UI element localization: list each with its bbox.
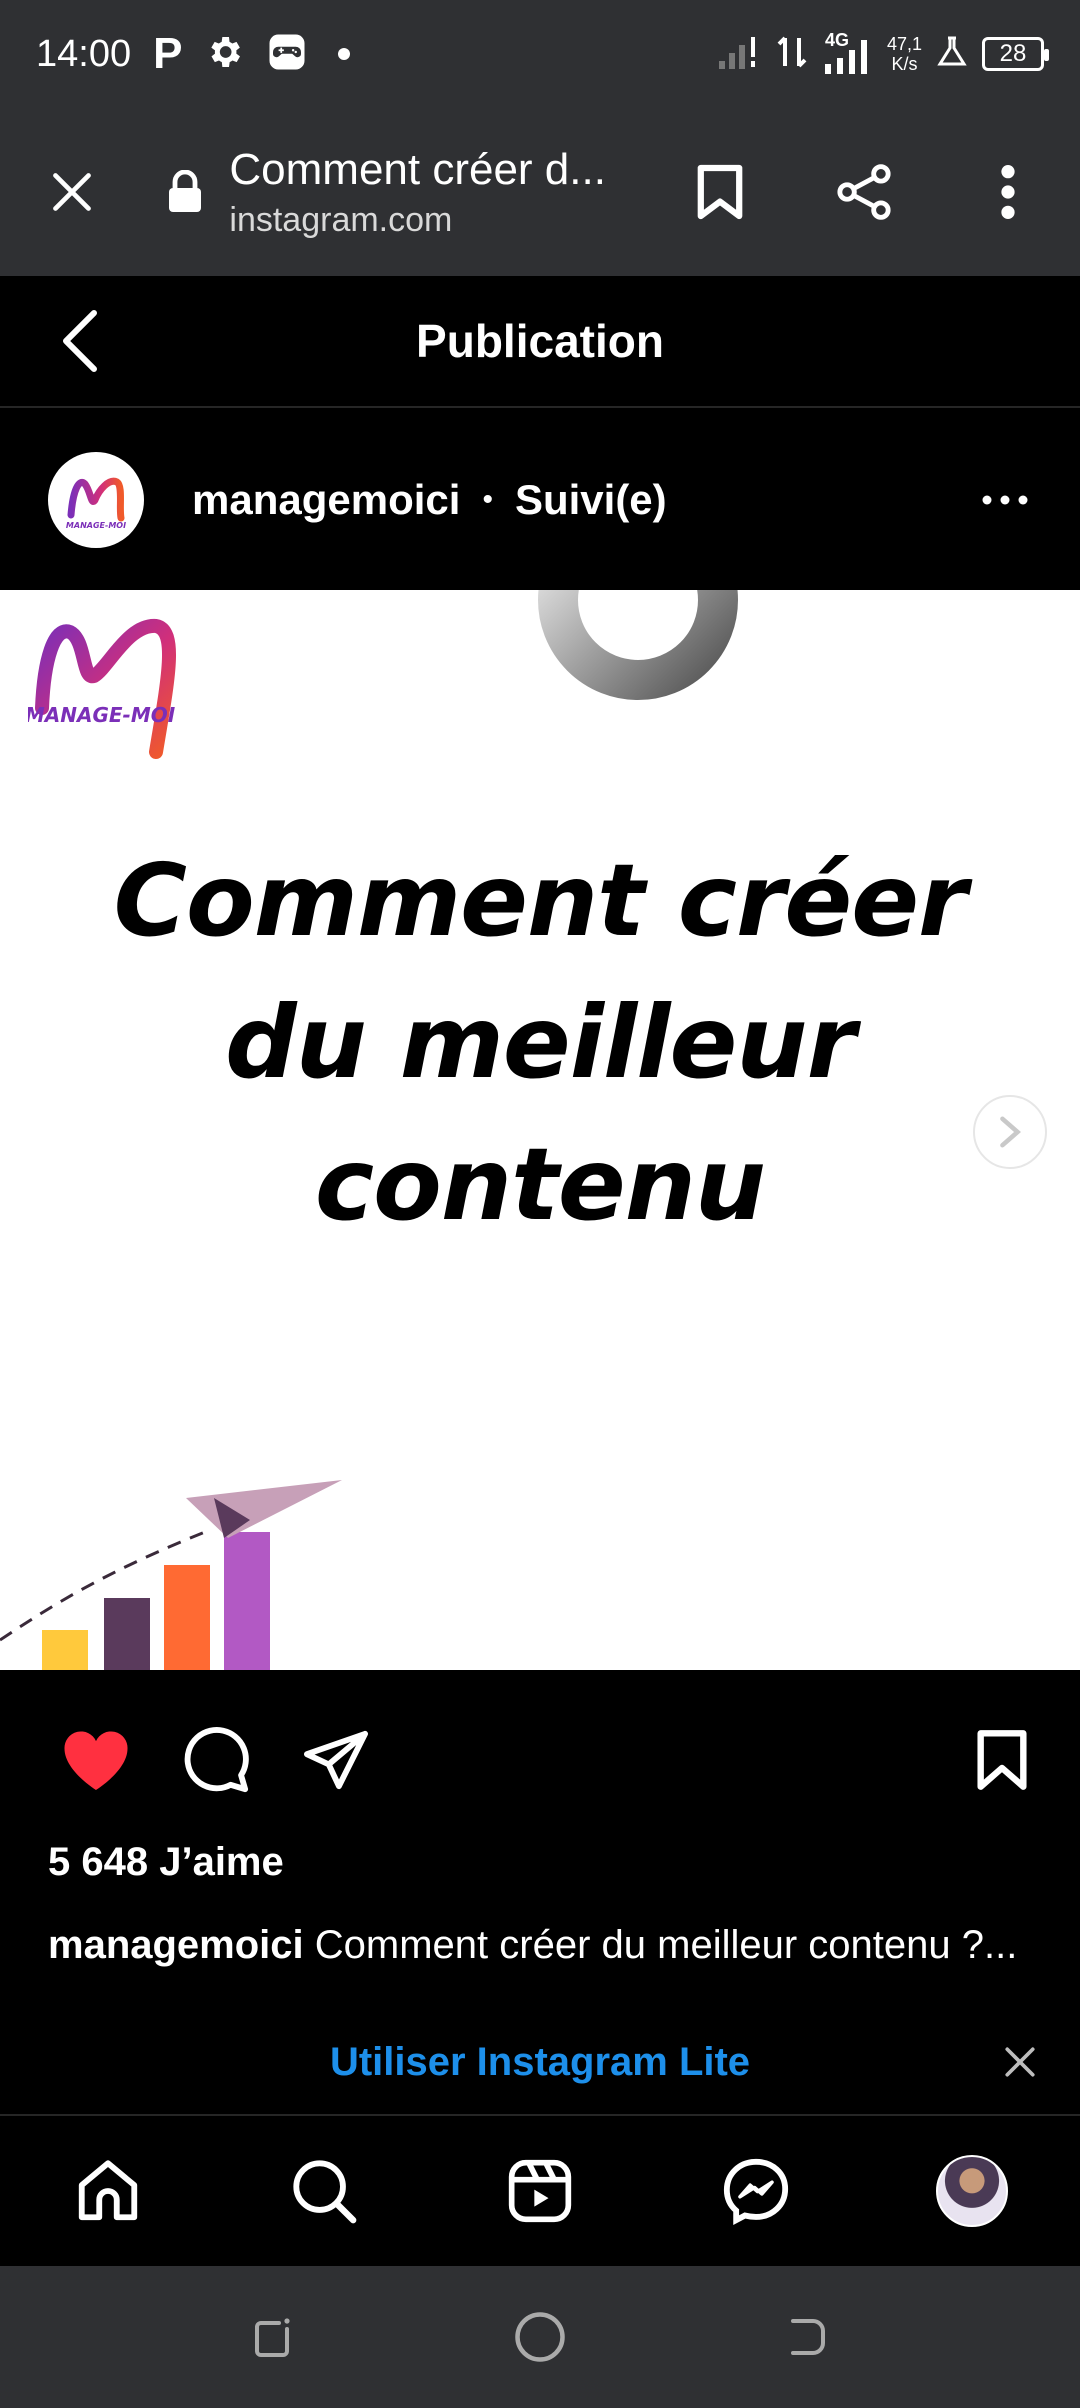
logo-text: MANAGE-MOI <box>28 703 176 727</box>
caption-text: Comment créer du meilleur contenu ?... <box>314 1923 1018 1967</box>
use-instagram-lite-link[interactable]: Utiliser Instagram Lite <box>330 2040 750 2085</box>
page-heading: Publication <box>416 315 664 367</box>
manage-moi-logo-icon: MANAGE-MOI <box>66 477 126 530</box>
page-domain: instagram.com <box>229 200 453 239</box>
back-system-button[interactable] <box>747 2277 867 2397</box>
parking-app-icon: P <box>153 29 183 78</box>
nav-search[interactable] <box>264 2131 384 2251</box>
gear-icon <box>204 32 244 77</box>
bar-1 <box>42 1630 88 1670</box>
bar-3 <box>164 1565 210 1670</box>
home-system-button[interactable] <box>480 2277 600 2397</box>
dismiss-banner-button[interactable] <box>990 2032 1050 2092</box>
search-icon <box>293 2160 357 2224</box>
network-speed: 47,1 K/s <box>887 34 922 74</box>
headline-line-2: du meilleur <box>225 984 856 1101</box>
close-icon <box>1005 2047 1035 2077</box>
chevron-left-icon <box>63 310 97 372</box>
post-caption: managemoici Comment créer du meilleur co… <box>48 1918 1038 1972</box>
game-controller-icon <box>266 31 308 78</box>
share-post-button[interactable] <box>276 1700 396 1820</box>
bar-2 <box>104 1598 150 1670</box>
battery-indicator: 28 <box>982 37 1049 71</box>
signal-weak-icon <box>718 35 763 74</box>
notification-dot-icon <box>338 48 351 60</box>
browser-menu-button[interactable] <box>936 108 1080 276</box>
bookmark-icon <box>977 1730 1027 1790</box>
nav-profile[interactable] <box>912 2131 1032 2251</box>
comment-button[interactable] <box>156 1700 276 1820</box>
send-icon <box>303 1730 368 1790</box>
close-tab-button[interactable] <box>0 108 144 276</box>
data-transfer-icon <box>777 34 807 75</box>
bookmark-icon <box>697 164 743 220</box>
heart-filled-icon <box>64 1731 128 1790</box>
save-post-button[interactable] <box>942 1700 1062 1820</box>
growth-illustration <box>0 1480 342 1670</box>
nav-reels[interactable] <box>480 2131 600 2251</box>
home-icon <box>78 2160 138 2221</box>
chevron-right-icon <box>1000 1116 1021 1148</box>
system-navigation <box>0 2266 1080 2408</box>
share-button[interactable] <box>792 108 936 276</box>
speed-unit: K/s <box>891 54 918 74</box>
close-icon <box>52 173 91 211</box>
bar-4 <box>224 1532 270 1670</box>
brand-logo-icon: MANAGE-MOI <box>28 619 176 759</box>
nav-messenger[interactable] <box>696 2131 816 2251</box>
post-actions <box>0 1670 1080 1850</box>
lock-icon[interactable] <box>166 142 206 242</box>
caption-username[interactable]: managemoici <box>48 1923 304 1967</box>
comment-icon <box>184 1727 249 1793</box>
carousel-next-button[interactable] <box>973 1095 1047 1169</box>
recent-apps-icon <box>255 2318 290 2357</box>
circle-home-icon <box>515 2312 565 2362</box>
messenger-icon <box>723 2158 789 2226</box>
page-title: Comment créer d... <box>229 144 606 194</box>
nav-home[interactable] <box>48 2131 168 2251</box>
likes-count[interactable]: 5 648 J’aime <box>48 1840 284 1885</box>
headline-line-1: Comment créer <box>113 842 968 959</box>
back-button[interactable] <box>0 275 160 407</box>
back-arrow-icon <box>790 2319 825 2355</box>
signal-4g-icon: 4G <box>821 30 873 74</box>
post-image[interactable]: MANAGE-MOI Comment créer du meilleur con… <box>0 590 1080 1670</box>
headline-line-3: contenu <box>314 1126 766 1243</box>
paper-plane-icon <box>186 1480 342 1538</box>
more-horizontal-icon <box>982 495 1028 505</box>
speed-value: 47,1 <box>886 34 922 54</box>
url-bar[interactable]: Comment créer d... instagram.com <box>229 145 648 240</box>
instagram-lite-banner: Utiliser Instagram Lite <box>0 2010 1080 2114</box>
loading-spinner-icon <box>538 590 738 700</box>
follow-status-button[interactable]: Suivi(e) <box>515 476 667 524</box>
more-vertical-icon <box>1001 165 1015 219</box>
post-options-button[interactable] <box>930 410 1080 590</box>
account-avatar[interactable]: MANAGE-MOI <box>48 452 144 548</box>
post-headline: Comment créer du meilleur contenu <box>60 830 1020 1256</box>
lab-flask-icon <box>936 36 968 73</box>
share-icon <box>837 164 891 220</box>
status-bar: 14:00 P 4G 47,1 K/s 28 <box>0 0 1080 108</box>
battery-level: 28 <box>999 40 1027 67</box>
post-username[interactable]: managemoici <box>192 476 460 524</box>
instagram-header: Publication <box>0 276 1080 408</box>
profile-avatar <box>936 2155 1008 2227</box>
bookmark-button[interactable] <box>648 108 792 276</box>
browser-toolbar: Comment créer d... instagram.com <box>0 108 1080 276</box>
post-header: MANAGE-MOI managemoici • Suivi(e) <box>0 410 1080 590</box>
svg-text:MANAGE-MOI: MANAGE-MOI <box>66 521 126 530</box>
separator-dot: • <box>482 483 493 516</box>
status-time: 14:00 <box>36 32 132 75</box>
recent-apps-button[interactable] <box>213 2277 333 2397</box>
bottom-navigation <box>0 2114 1080 2266</box>
like-button[interactable] <box>36 1700 156 1820</box>
reels-icon <box>508 2159 572 2223</box>
